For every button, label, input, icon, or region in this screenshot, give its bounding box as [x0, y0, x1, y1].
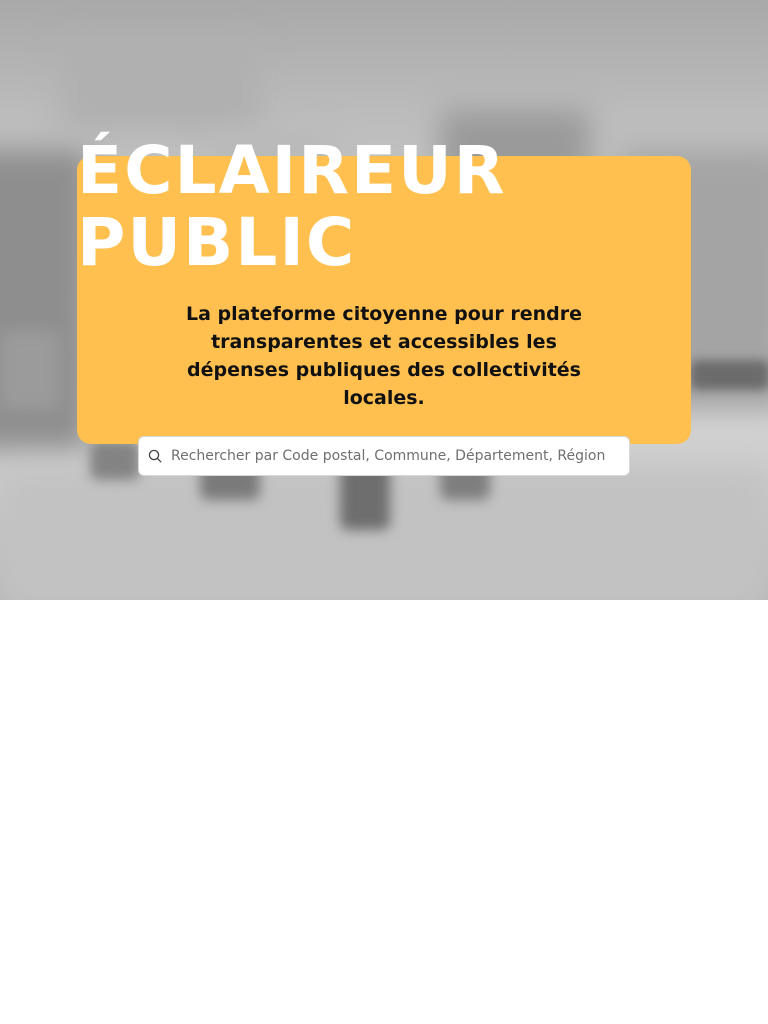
background-blur: [690, 360, 768, 390]
background-blur: [60, 40, 260, 130]
search-input[interactable]: [171, 438, 629, 474]
site-title-line2: PUBLIC: [77, 204, 357, 281]
hero-section: ÉCLAIREUR PUBLIC La plateforme citoyenne…: [0, 0, 768, 600]
site-title: ÉCLAIREUR PUBLIC: [77, 135, 507, 279]
site-title-line1: ÉCLAIREUR: [77, 132, 507, 209]
background-blur: [0, 330, 60, 410]
search-bar[interactable]: [138, 436, 630, 476]
background-blur: [90, 440, 140, 480]
search-icon: [147, 448, 163, 464]
hero-subtitle: La plateforme citoyenne pour rendre tran…: [186, 303, 582, 409]
